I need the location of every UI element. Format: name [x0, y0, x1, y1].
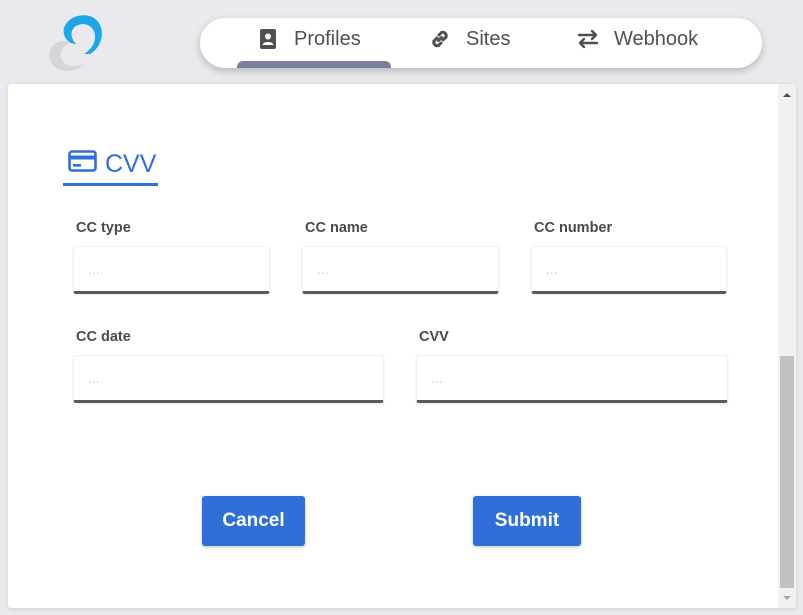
tab-webhook-label: Webhook: [614, 28, 699, 50]
vertical-scrollbar[interactable]: [778, 84, 796, 608]
cc-name-input[interactable]: [302, 246, 499, 294]
cc-number-label: CC number: [534, 220, 613, 236]
tab-sites[interactable]: Sites: [428, 18, 510, 68]
cc-date-input[interactable]: [73, 355, 384, 403]
cvv-input[interactable]: [416, 355, 728, 403]
section-heading: CVV: [63, 144, 158, 186]
tab-profiles-label: Profiles: [294, 28, 361, 50]
cvv-label: CVV: [419, 329, 449, 345]
scrollbar-thumb[interactable]: [780, 356, 794, 588]
app-window: Profiles Sites Webhook CVV CC type ... C…: [0, 0, 803, 615]
tab-sites-label: Sites: [466, 28, 511, 50]
active-tab-indicator: [237, 61, 391, 68]
contact-card-icon: [256, 27, 280, 51]
top-nav: Profiles Sites Webhook: [200, 18, 762, 68]
cc-type-input[interactable]: [73, 246, 270, 294]
cc-name-label: CC name: [305, 220, 368, 236]
cc-type-label: CC type: [76, 220, 131, 236]
scroll-up-arrow-icon[interactable]: [778, 86, 796, 103]
swap-arrows-icon: [576, 27, 600, 51]
cc-date-label: CC date: [76, 329, 131, 345]
scroll-down-arrow-icon[interactable]: [778, 589, 796, 606]
cc-number-input[interactable]: [531, 246, 727, 294]
submit-button[interactable]: Submit: [473, 496, 581, 546]
credit-card-icon: [68, 150, 97, 177]
link-icon: [428, 27, 452, 51]
cancel-button[interactable]: Cancel: [202, 496, 305, 546]
form-panel: CVV CC type CC name CC number CC date CV…: [8, 84, 796, 608]
app-logo: [40, 10, 110, 76]
tab-webhook[interactable]: Webhook: [576, 18, 698, 68]
section-title: CVV: [105, 149, 157, 178]
